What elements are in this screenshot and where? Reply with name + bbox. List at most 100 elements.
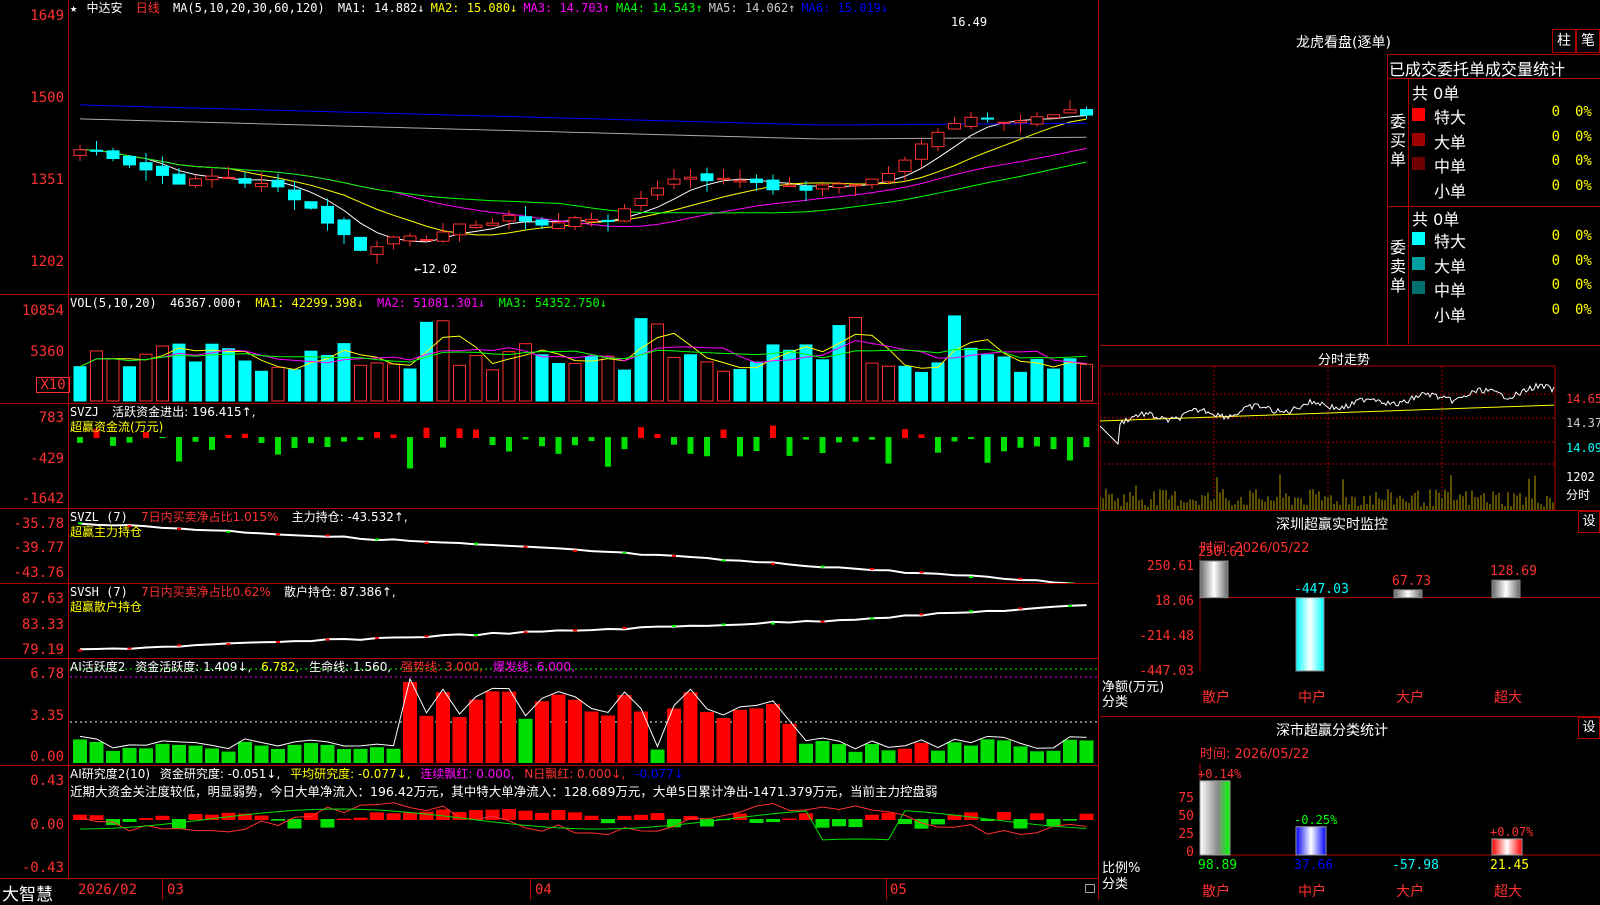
bar-value-label: -447.03: [1294, 581, 1349, 597]
hold-tick: [820, 565, 825, 568]
star-icon[interactable]: ★: [70, 1, 77, 15]
sell-orders-label: 委卖单: [1390, 238, 1407, 295]
bar-value-label: 128.69: [1490, 564, 1537, 580]
candlestick: [502, 214, 516, 222]
activity-bar: [106, 750, 120, 763]
hold-tick: [622, 551, 627, 554]
volume-bar: [1030, 358, 1044, 402]
date-label: 03: [167, 882, 184, 898]
fund-flow-bar: [275, 437, 281, 455]
candlestick: [667, 178, 681, 185]
fund-flow-bar: [803, 437, 809, 440]
volume-pane[interactable]: VOL(5,10,20) 46367.000↑ MA1: 42299.398↓ …: [0, 295, 1098, 404]
activity-bar: [139, 748, 153, 763]
category-label: 大户: [1396, 690, 1424, 706]
y-tick: -43.76: [13, 565, 64, 581]
order-pct: 0%: [1575, 277, 1592, 293]
bar-change-label: +0.14%: [1198, 766, 1242, 781]
research-bar: [782, 818, 797, 820]
activity-bar: [683, 692, 698, 763]
svzj-desc: 活跃资金进出: 196.415↑,: [112, 405, 256, 419]
order-type-label: 特大: [1434, 232, 1467, 251]
svzj-chart[interactable]: [0, 404, 1098, 508]
dragon-title: 龙虎看盘(逐单): [1296, 35, 1391, 51]
ma5-value: MA5: 14.062↑: [708, 1, 796, 15]
y-tick: 783: [38, 410, 64, 426]
svzj-pane[interactable]: SVZJ 活跃资金进出: 196.415↑, 超赢资金流(万元) 783 -42…: [0, 404, 1098, 509]
sz-class-panel: 深市超赢分类统计 设 时间: 2026/05/22 75 50 25 0 比例%…: [1100, 716, 1600, 901]
hold-tick: [721, 623, 726, 626]
candlestick: [849, 184, 862, 187]
order-swatch: [1412, 232, 1425, 245]
activity-bar: [436, 692, 450, 763]
vol-title: VOL(5,10,20): [70, 296, 157, 310]
hold-tick: [870, 567, 874, 570]
fund-flow-bar: [720, 429, 727, 438]
bar-value-label: 98.89: [1198, 858, 1238, 873]
ai-research-pane[interactable]: AI研究度2(10) 资金研究度: -0.051↓, 平均研究度: -0.077…: [0, 766, 1098, 879]
kline-chart[interactable]: [0, 0, 1098, 294]
fund-flow-bar: [638, 427, 644, 438]
ai-activity-chart[interactable]: [0, 659, 1098, 765]
hold-tick: [177, 527, 181, 530]
vol-unit-label: X10: [36, 377, 70, 393]
lock-icon[interactable]: [1085, 884, 1095, 893]
candlestick: [519, 216, 532, 222]
bar-value-label: 250.61: [1198, 545, 1245, 560]
volume-bar: [453, 364, 466, 402]
kline-pane[interactable]: ★ 中达安 日线 MA(5,10,20,30,60,120) MA1: 14.8…: [0, 0, 1098, 295]
candlestick: [90, 149, 103, 152]
activity-bar: [386, 748, 401, 763]
hold-tick: [226, 530, 231, 533]
fund-flow-bar: [77, 437, 83, 443]
date-axis-bar: 大智慧 2026/02 03 04 05: [0, 879, 1098, 905]
low-price-label: ←12.02: [414, 262, 458, 276]
brand-label: 大智慧: [2, 885, 53, 905]
activity-bar: [1030, 751, 1044, 763]
hold-tick: [820, 620, 825, 623]
svzl-pane[interactable]: SVZL (7) 7日内买卖净占比1.015% 主力持仓: -43.532↑, …: [0, 509, 1098, 584]
minute-chart[interactable]: [1100, 346, 1600, 511]
fund-flow-bar: [1034, 437, 1040, 447]
vol-ma3: MA3: 54352.750↓: [498, 296, 608, 310]
volume-bar: [948, 315, 961, 402]
research-bar: [370, 812, 384, 820]
y-tick: 6.78: [30, 666, 64, 682]
minute-trend-panel[interactable]: 分时走势 14.65 14.37 14.09 1202 分时: [1100, 345, 1600, 511]
volume-bar: [255, 370, 268, 402]
activity-bar: [1046, 750, 1061, 763]
category-label: 中户: [1298, 884, 1326, 900]
hold-tick: [870, 617, 874, 620]
candlestick: [73, 149, 87, 156]
volume-chart[interactable]: [0, 295, 1098, 403]
research-bar: [568, 812, 582, 820]
fund-flow-bar: [605, 437, 611, 467]
candlestick: [898, 159, 912, 172]
ai-activity-pane[interactable]: AI活跃度2 资金活跃度: 1.409↓, 6.782, 生命线: 1.560,…: [0, 659, 1098, 766]
tab-volume-stats[interactable]: 成交量统计: [1485, 60, 1565, 79]
order-swatch: [1412, 132, 1425, 146]
ai-research-chart[interactable]: [0, 766, 1098, 878]
order-type-label: 小单: [1434, 305, 1467, 325]
research-bar: [337, 818, 351, 820]
fund-flow-bar: [935, 437, 941, 453]
period-label[interactable]: 日线: [136, 1, 160, 15]
tab-orders[interactable]: 委托单: [1437, 60, 1485, 79]
y-tick: -35.78: [13, 516, 64, 532]
ai1-strong: 强势线: 3.000,: [401, 660, 484, 674]
ma2-value: MA2: 15.080↓: [430, 1, 518, 15]
candlestick: [205, 175, 219, 181]
fund-flow-bar: [621, 437, 628, 450]
svsh-pane[interactable]: SVSH (7) 7日内买卖净占比0.62% 散户持仓: 87.386↑, 超赢…: [0, 584, 1098, 659]
fund-flow-bar: [209, 437, 215, 450]
hold-tick: [1018, 607, 1023, 610]
research-bar: [386, 813, 401, 820]
col-chart-button[interactable]: 柱: [1552, 29, 1576, 53]
order-pct: 0%: [1575, 128, 1592, 145]
candlestick: [486, 222, 499, 226]
y-tick: 1202: [30, 254, 64, 270]
tick-button[interactable]: 笔: [1576, 29, 1600, 53]
activity-bar: [964, 745, 978, 763]
tab-traded[interactable]: 已成交: [1389, 60, 1437, 79]
fund-flow-bar: [390, 434, 397, 438]
